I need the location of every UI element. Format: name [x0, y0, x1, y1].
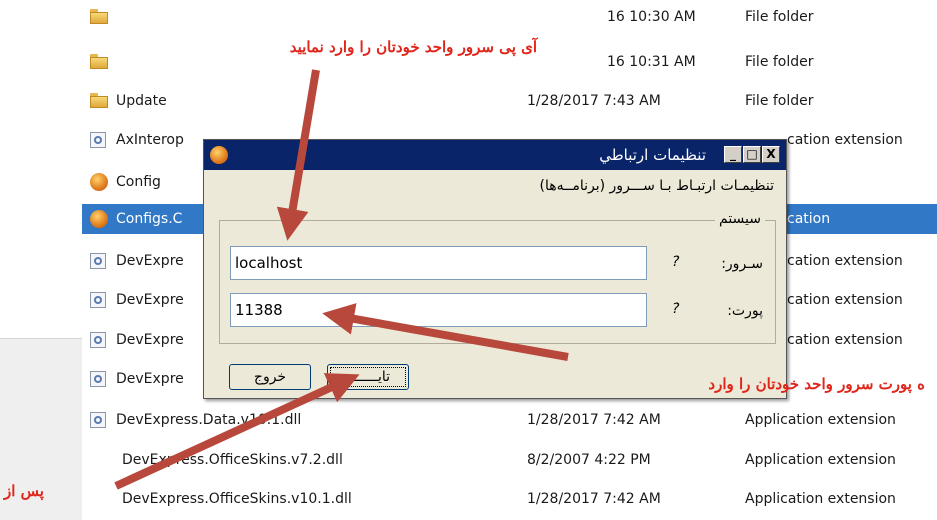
arrow-to-server	[276, 69, 320, 241]
arrow-to-port	[322, 303, 569, 361]
confirm-annotation: پس از	[4, 482, 44, 500]
port-annotation: ه پورت سرور واحد خودتان را وارد	[708, 375, 925, 393]
server-annotation: آی پی سرور واحد خودتان را وارد نمایید	[289, 38, 537, 56]
arrow-to-confirm	[114, 373, 360, 490]
annotation-arrows	[114, 69, 569, 490]
